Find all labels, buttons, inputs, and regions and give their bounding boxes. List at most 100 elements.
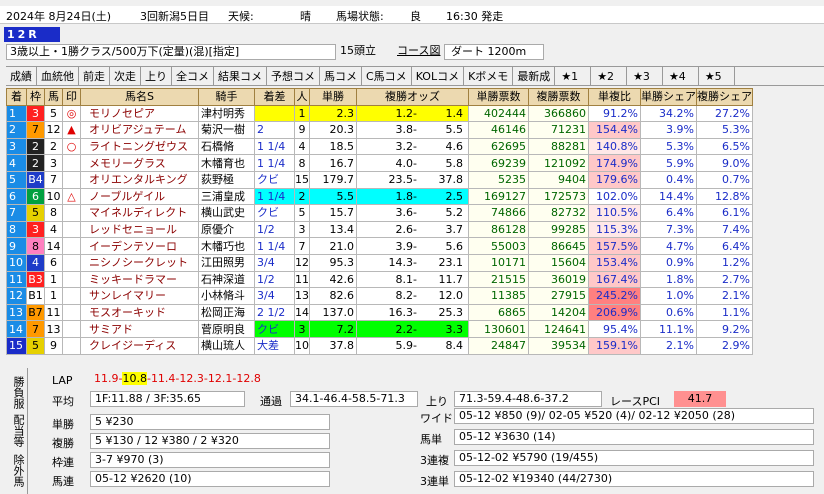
margin: 1 1/4	[254, 187, 295, 206]
table-row[interactable]: 6 6 10 △ ノーブルゲイル 三浦皇成 1 1/4 2 5.5 1.8- 2.5 169127 17…	[6, 187, 753, 206]
column-header[interactable]: 複勝票数	[528, 88, 589, 106]
tan-share: 7.3%	[640, 220, 697, 239]
tab-5[interactable]: 全コメ	[172, 67, 214, 85]
column-header[interactable]: 騎手	[198, 88, 255, 106]
ninki: 7	[294, 237, 310, 255]
side-tab-scratched[interactable]: 除外馬	[10, 454, 26, 487]
lap-segment: 11.9-	[94, 372, 123, 385]
ninki: 14	[294, 303, 310, 322]
table-row[interactable]: 15 5 9 クレイジーディス 横山琉人 大差 10 37.8 5.9- 8.4 24847 3953…	[6, 336, 753, 355]
fuku-share: 12.8%	[696, 187, 753, 206]
tab-6[interactable]: 結果コメ	[214, 67, 267, 85]
tan-votes: 402444	[468, 104, 529, 123]
course-map-link[interactable]: コース図	[397, 44, 440, 58]
fuku-odds-low: 8.2-	[395, 289, 417, 303]
tab-16[interactable]: ★4	[663, 67, 699, 85]
fuku-odds-low: 3.8-	[395, 123, 417, 137]
tab-10[interactable]: KOLコメ	[412, 67, 465, 85]
table-row[interactable]: 1 3 5 ◎ モリノセピア 津村明秀 1 2.3 1.2- 1.4 402444 366860 91.…	[6, 104, 753, 123]
fuku-odds-low: 3.6-	[395, 206, 417, 220]
table-row[interactable]: 9 8 14 イーデンテソーロ 木幡巧也 1 1/4 7 21.0 3.9- 5.6 55003 86…	[6, 237, 753, 255]
ninki: 9	[294, 121, 310, 139]
tan-share: 0.4%	[640, 170, 697, 189]
table-row[interactable]: 3 2 2 ○ ライトニングゼウス 石橋脩 1 1/4 4 18.5 3.2- 4.6 62695 88…	[6, 137, 753, 156]
column-header[interactable]: 単勝票数	[468, 88, 529, 106]
waku: 2	[26, 154, 45, 172]
waku: 7	[26, 320, 45, 338]
tab-7[interactable]: 予想コメ	[267, 67, 320, 85]
table-row[interactable]: 5 B4 7 オリエンタルキング 荻野極 クビ 15 179.7 23.5- 37.8 5235 94…	[6, 170, 753, 189]
ratio: 110.5%	[588, 204, 641, 222]
margin: 2	[254, 121, 295, 139]
ratio: 95.4%	[588, 320, 641, 338]
table-row[interactable]: 13 B7 11 モスオーキッド 松岡正海 2 1/2 14 137.0 16.3- 25.3 68…	[6, 303, 753, 322]
pci-label: レースPCI	[610, 395, 661, 408]
column-header[interactable]: 複勝オッズ	[356, 88, 469, 106]
column-header[interactable]: 印	[62, 88, 81, 106]
tab-15[interactable]: ★3	[627, 67, 663, 85]
rank: 13	[6, 303, 27, 322]
tab-9[interactable]: C馬コメ	[362, 67, 412, 85]
weather-label: 天候:	[228, 10, 254, 23]
table-row[interactable]: 11 B3 1 ミッキードラマー 石神深道 1/2 11 42.6 8.1- 11.7 21515 3…	[6, 270, 753, 289]
tab-3[interactable]: 次走	[110, 67, 141, 85]
horse-name: メモリーグラス	[80, 154, 199, 172]
mark	[62, 320, 81, 338]
ninki: 4	[294, 137, 310, 156]
ratio: 157.5%	[588, 237, 641, 255]
table-row[interactable]: 4 2 3 メモリーグラス 木幡育也 1 1/4 8 16.7 4.0- 5.8 69239 1210…	[6, 154, 753, 172]
side-tab-payouts[interactable]: 配当等	[10, 414, 26, 447]
weather-value: 晴	[300, 10, 311, 23]
track-value: 良	[410, 10, 421, 23]
fuku-odds: 23.5- 37.8	[356, 170, 469, 189]
tab-14[interactable]: ★2	[591, 67, 628, 85]
results-table: 着枠馬印馬名S 騎手 着差人単勝 複勝オッズ 単勝票数 複勝票数 単複比 単勝シェア 複勝シェア…	[6, 88, 753, 355]
column-header[interactable]: 馬	[44, 88, 63, 106]
tab-13[interactable]: ★1	[555, 67, 592, 85]
table-row[interactable]: 12 B1 1 サンレイマリー 小林脩斗 3/4 13 82.6 8.2- 12.0 11385 27…	[6, 287, 753, 305]
tab-12[interactable]: 最新成	[513, 67, 556, 85]
table-row[interactable]: 10 4 6 ニシノシークレット 江田照男 3/4 12 95.3 14.3- 23.1 10171…	[6, 253, 753, 272]
table-row[interactable]: 8 3 4 レッドセニョール 原優介 1/2 3 13.4 2.6- 3.7 86128 99285 1…	[6, 220, 753, 239]
tan-odds: 5.5	[309, 187, 357, 206]
tab-8[interactable]: 馬コメ	[320, 67, 362, 85]
column-header[interactable]: 着差	[254, 88, 295, 106]
column-header[interactable]: 人	[294, 88, 310, 106]
tan-share: 3.9%	[640, 121, 697, 139]
side-tab-silks[interactable]: 勝負服	[10, 376, 26, 409]
waku: B4	[26, 170, 45, 189]
fuku-odds-high: 5.2	[445, 206, 464, 220]
margin: 1/2	[254, 220, 295, 239]
column-header[interactable]: 単複比	[588, 88, 641, 106]
table-row[interactable]: 2 7 12 ▲ オリビアジュテーム 菊沢一樹 2 9 20.3 3.8- 5.5 46146 7123…	[6, 121, 753, 139]
tab-1[interactable]: 血統他	[37, 67, 79, 85]
tab-11[interactable]: Kボメモ	[464, 67, 514, 85]
mark	[62, 303, 81, 322]
fuku-votes: 88281	[528, 137, 589, 156]
avg-label: 平均	[52, 395, 74, 408]
mark	[62, 253, 81, 272]
tan-share: 0.9%	[640, 253, 697, 272]
mark	[62, 204, 81, 222]
column-header[interactable]: 枠	[26, 88, 45, 106]
table-row[interactable]: 14 7 13 サミアド 菅原明良 クビ 3 7.2 2.2- 3.3 130601 124641 95…	[6, 320, 753, 338]
column-header[interactable]: 着	[6, 88, 27, 106]
margin: クビ	[254, 204, 295, 222]
tab-4[interactable]: 上り	[141, 67, 172, 85]
mark	[62, 336, 81, 355]
tab-0[interactable]: 成績	[6, 67, 37, 85]
jockey: 松岡正海	[198, 303, 255, 322]
payout-value: 5 ¥130 / 12 ¥380 / 2 ¥320	[90, 433, 330, 449]
tab-2[interactable]: 前走	[79, 67, 110, 85]
tab-17[interactable]: ★5	[699, 67, 735, 85]
table-row[interactable]: 7 5 8 マイネルディレクト 横山武史 クビ 5 15.7 3.6- 5.2 74866 82732…	[6, 204, 753, 222]
rank: 14	[6, 320, 27, 338]
payout-label: ワイド	[420, 412, 453, 425]
column-header[interactable]: 単勝	[309, 88, 357, 106]
fuku-odds: 8.1- 11.7	[356, 270, 469, 289]
mark: ▲	[62, 121, 81, 139]
column-header[interactable]: 単勝シェア	[640, 88, 697, 106]
column-header[interactable]: 複勝シェア	[696, 88, 753, 106]
waku: 3	[26, 104, 45, 123]
column-header[interactable]: 馬名S	[80, 88, 199, 106]
